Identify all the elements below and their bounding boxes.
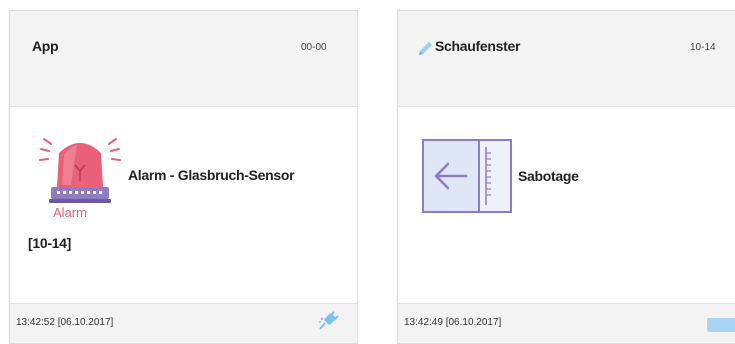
event-timestamp: 13:42:52 [06.10.2017] — [16, 317, 114, 328]
status-indicator-icon[interactable] — [707, 318, 735, 332]
event-timestamp: 13:42:49 [06.10.2017] — [404, 317, 502, 328]
card-title: App — [32, 38, 59, 54]
event-card-schaufenster[interactable]: Schaufenster 10-14 Sabotage 13:42:49 [06… — [397, 10, 735, 344]
alarm-siren-icon — [35, 131, 125, 213]
card-header: Schaufenster 10-14 — [398, 11, 735, 107]
event-card-app[interactable]: App 00-00 Alarm Alarm - Glasbruch-Sensor… — [9, 10, 358, 344]
zone-label: [10-14] — [28, 235, 72, 251]
card-title: Schaufenster — [435, 38, 521, 54]
event-title: Sabotage — [518, 168, 579, 184]
card-code: 10-14 — [690, 42, 716, 53]
plug-icon[interactable] — [317, 310, 339, 337]
event-title: Alarm - Glasbruch-Sensor — [128, 167, 295, 183]
pencil-icon[interactable] — [417, 41, 433, 62]
card-code: 00-00 — [301, 42, 327, 53]
alarm-caption: Alarm — [53, 205, 87, 220]
card-header: App 00-00 — [10, 11, 357, 107]
sabotage-window-icon — [422, 139, 512, 215]
card-footer: 13:42:49 [06.10.2017] — [398, 303, 735, 343]
card-footer: 13:42:52 [06.10.2017] — [10, 303, 357, 343]
